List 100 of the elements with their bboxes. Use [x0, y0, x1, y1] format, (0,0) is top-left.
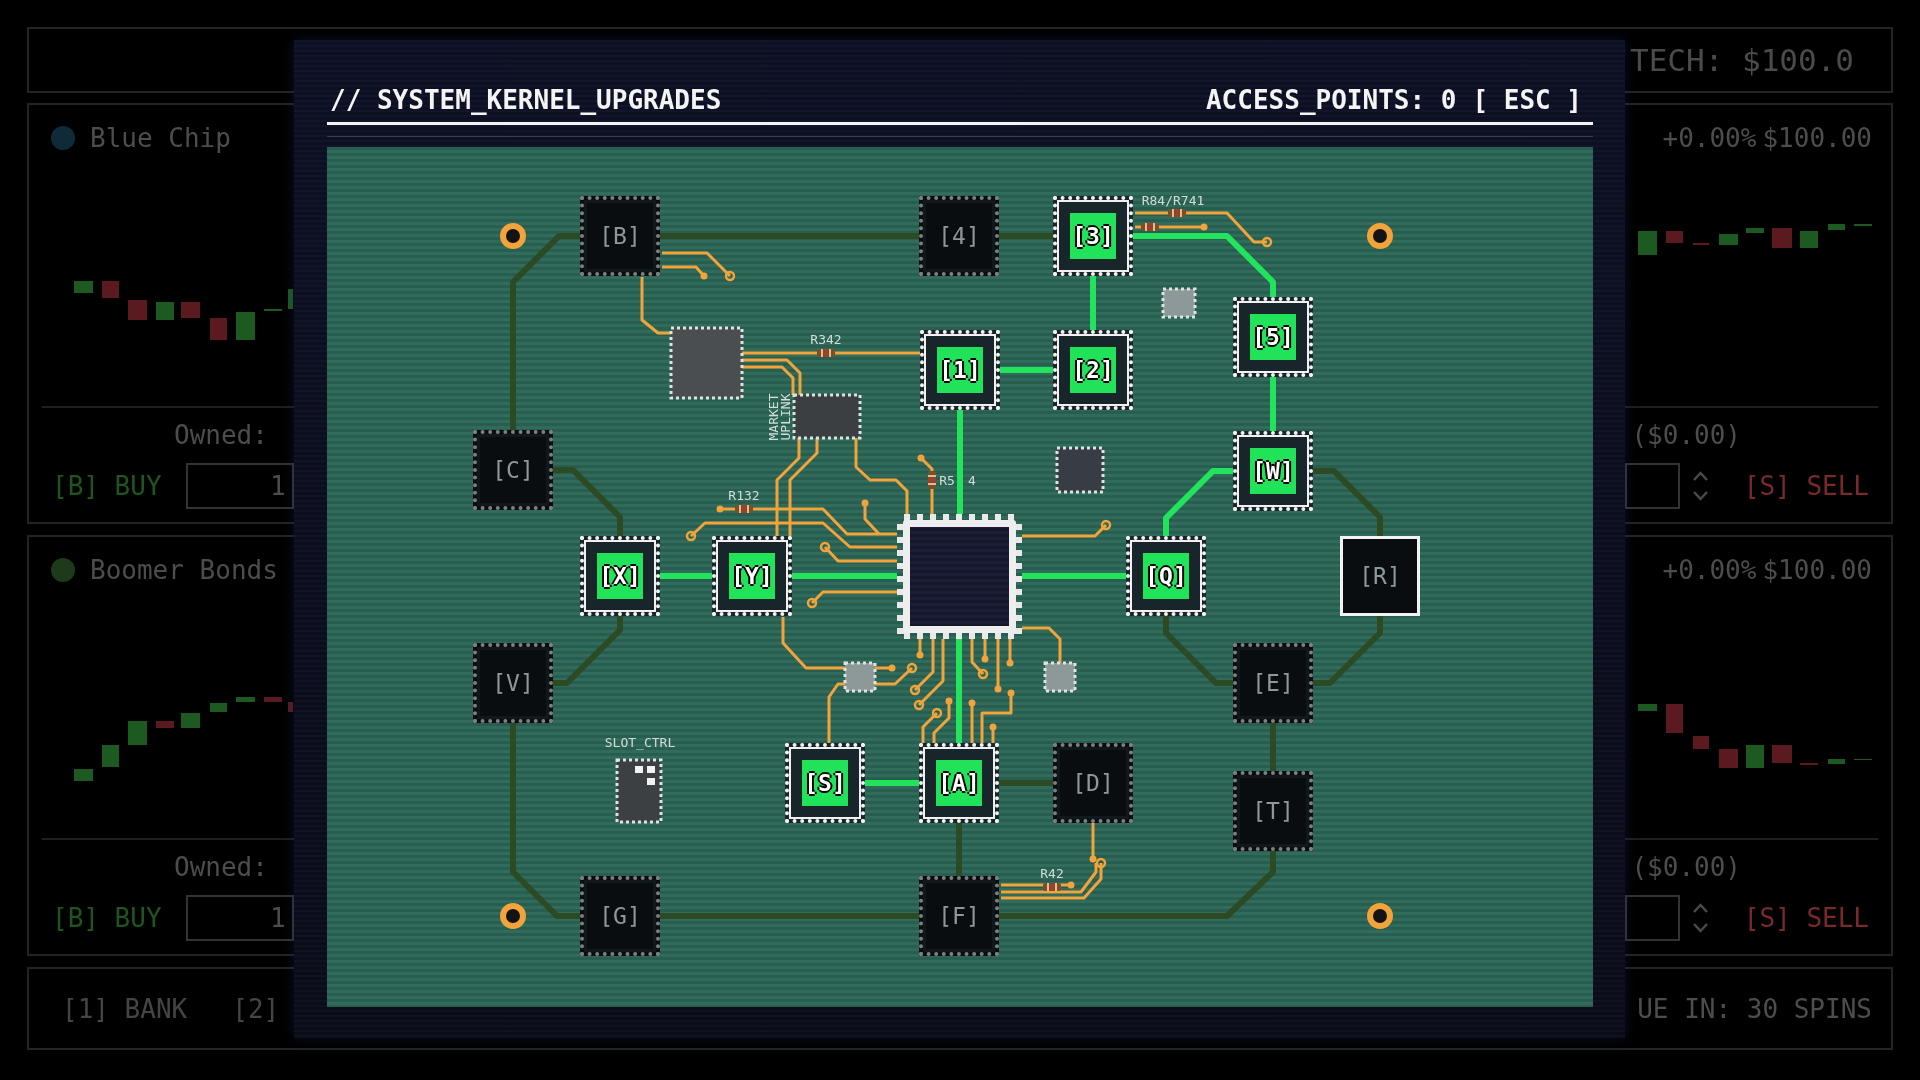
upgrade-node[interactable]: [X] [580, 536, 660, 616]
upgrade-node[interactable]: [G] [580, 876, 660, 956]
connection-trace [1163, 616, 1233, 686]
spinner-icon[interactable] [1691, 469, 1709, 503]
upgrade-node[interactable]: [D] [1053, 743, 1133, 823]
candle [210, 703, 227, 712]
owned-label: Owned: [174, 420, 268, 450]
mounting-hole-icon [500, 903, 526, 929]
connection-trace [956, 823, 962, 876]
upgrade-node[interactable]: [3] [1053, 196, 1133, 276]
resistor-icon [735, 505, 753, 513]
nav-button[interactable]: [1] BANK [62, 993, 188, 1024]
buy-button[interactable]: [B] BUY [52, 903, 162, 933]
signal-trace [1022, 626, 1062, 663]
quantity-field[interactable]: 1 [185, 895, 294, 941]
upgrade-node[interactable]: [4] [919, 196, 999, 276]
resistor-icon [1141, 223, 1159, 231]
silkscreen-label: R5 [939, 472, 955, 490]
upgrade-node[interactable]: [S] [785, 743, 865, 823]
nav-button[interactable]: [2] [232, 993, 280, 1024]
candle [1638, 231, 1657, 255]
upgrade-node[interactable]: [B] [580, 196, 660, 276]
candle [128, 300, 147, 320]
upgrade-node[interactable]: [C] [473, 430, 553, 510]
signal-trace [781, 617, 845, 670]
signal-trace [742, 358, 802, 395]
ic-chip [615, 758, 663, 824]
close-button[interactable]: [ ESC ] [1472, 84, 1582, 116]
candle [288, 702, 293, 712]
candle [181, 713, 200, 728]
candle [1800, 231, 1818, 248]
upgrade-node[interactable]: [R] [1340, 536, 1420, 616]
quantity-field[interactable] [1624, 463, 1680, 509]
upgrade-node[interactable]: [E] [1233, 643, 1313, 723]
spinner-icon[interactable] [1691, 901, 1709, 935]
silkscreen-label: R342 [810, 331, 842, 349]
ic-chip [1043, 661, 1077, 693]
mounting-hole-icon [1367, 223, 1393, 249]
candle [156, 721, 174, 728]
candle [236, 312, 255, 340]
upgrade-node[interactable]: [F] [919, 876, 999, 956]
candle [1638, 704, 1657, 711]
connection-trace [999, 233, 1053, 239]
candle [74, 281, 93, 293]
candle [128, 721, 147, 745]
signal-trace [742, 365, 795, 395]
candle [1828, 224, 1845, 230]
upgrade-node[interactable]: [W] [1233, 431, 1313, 511]
upgrade-node[interactable]: [T] [1233, 771, 1313, 851]
candle [1719, 749, 1738, 768]
resistor-icon [928, 471, 936, 489]
candle [236, 697, 255, 702]
mounting-hole-icon [1367, 903, 1393, 929]
silkscreen-label: R42 [1040, 865, 1064, 883]
candle [102, 745, 119, 767]
signal-trace [1006, 639, 1014, 667]
owned-label: Owned: [174, 852, 268, 882]
resistor-icon [1168, 209, 1186, 217]
upgrade-node[interactable]: [A] [919, 743, 999, 823]
upgrade-node[interactable]: [2] [1053, 330, 1133, 410]
access-points-counter: ACCESS_POINTS: 0 [1205, 84, 1457, 116]
candle [1746, 745, 1764, 768]
asset-price: $100.00 [1762, 555, 1872, 585]
buy-button[interactable]: [B] BUY [52, 471, 162, 501]
upgrade-node[interactable]: [Q] [1126, 536, 1206, 616]
upgrade-node[interactable]: [V] [473, 643, 553, 723]
signal-trace [968, 699, 976, 743]
candle [156, 302, 174, 320]
mounting-hole-icon [500, 223, 526, 249]
sell-button[interactable]: [S] SELL [1743, 471, 1869, 501]
sell-button[interactable]: [S] SELL [1743, 903, 1869, 933]
candle [1693, 736, 1709, 749]
modal-title: // SYSTEM_KERNEL_UPGRADES [330, 84, 722, 116]
quantity-field[interactable]: 1 [185, 463, 294, 509]
connection-trace [660, 573, 712, 579]
silkscreen-label: SLOT_CTRL [604, 734, 676, 752]
connection-trace [999, 780, 1053, 786]
candle [288, 289, 293, 309]
candle [1666, 704, 1683, 733]
quantity-field[interactable] [1624, 895, 1680, 941]
ic-chip [792, 393, 862, 440]
candle [181, 302, 200, 318]
connection-trace [1163, 468, 1233, 536]
connection-trace [1090, 276, 1096, 330]
holding-value: ($0.00) [1631, 852, 1741, 882]
silkscreen-label: R84/R741 [1141, 192, 1205, 210]
candle [210, 318, 227, 340]
candle [1828, 759, 1845, 764]
connection-trace [553, 616, 623, 686]
connection-trace [1270, 723, 1276, 771]
candle [1719, 234, 1738, 245]
upgrade-node[interactable]: [5] [1233, 297, 1313, 377]
candle [1666, 231, 1683, 243]
signal-trace [917, 454, 934, 514]
candle [74, 769, 93, 781]
candle [1746, 228, 1764, 233]
upgrade-node[interactable]: [Y] [712, 536, 792, 616]
ic-chip [843, 661, 877, 693]
connection-trace [1270, 377, 1276, 431]
upgrade-node[interactable]: [1] [920, 330, 1000, 410]
